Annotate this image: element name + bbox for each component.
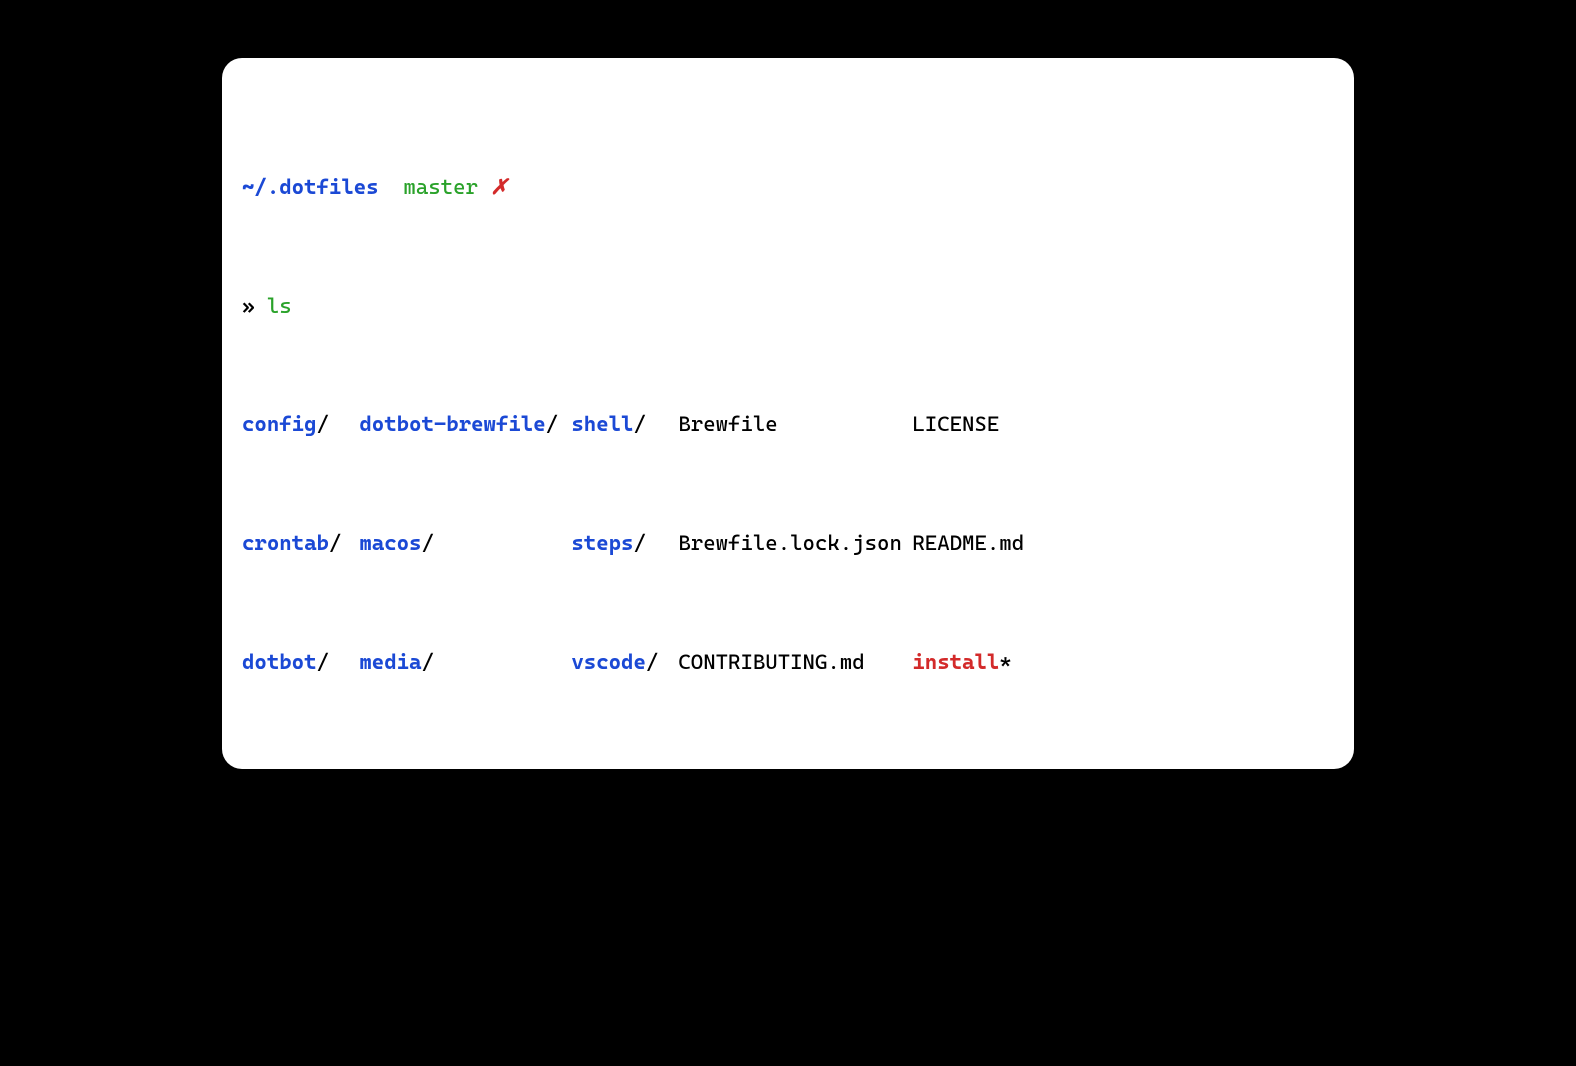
ls-suffix: /: [317, 649, 329, 674]
ls-row-1: crontab/macos/steps/Brewfile.lock.jsonRE…: [242, 531, 1334, 555]
path-tilde: ~: [242, 174, 254, 199]
ls-item: Brewfile: [678, 411, 777, 436]
path-separator: /: [254, 174, 266, 199]
ls-suffix: /: [421, 530, 433, 555]
ls-item: media: [359, 649, 421, 674]
ls-item: dotbot-brewfile: [359, 411, 545, 436]
path-directory: .dotfiles: [267, 174, 379, 199]
ls-row-2: dotbot/media/vscode/CONTRIBUTING.mdinsta…: [242, 650, 1334, 674]
git-dirty-mark: ✗: [490, 174, 508, 199]
ls-suffix: /: [646, 649, 658, 674]
ls-item: macos: [359, 530, 421, 555]
prompt-symbol: »: [242, 293, 254, 318]
ls-item: crontab: [242, 530, 329, 555]
ls-suffix: /: [421, 649, 433, 674]
ls-item: dotbot: [242, 649, 317, 674]
git-branch: master: [403, 174, 478, 199]
ls-item: CONTRIBUTING.md: [678, 649, 864, 674]
ls-item: LICENSE: [912, 411, 999, 436]
ls-item: vscode: [571, 649, 646, 674]
ls-item: README.md: [912, 530, 1024, 555]
ls-suffix: /: [317, 411, 329, 436]
terminal-content[interactable]: ~/.dotfiles master ✗ » ls config/dotbot-…: [242, 80, 1334, 769]
typed-command: ls: [267, 293, 292, 318]
ls-suffix: *: [999, 649, 1011, 674]
ls-suffix: /: [633, 530, 645, 555]
prompt-line-1-cmd: » ls: [242, 294, 1334, 318]
ls-item: shell: [571, 411, 633, 436]
ls-item: Brewfile.lock.json: [678, 530, 901, 555]
ls-suffix: /: [329, 530, 341, 555]
ls-item-executable: install: [912, 649, 999, 674]
ls-suffix: /: [546, 411, 558, 436]
blank-line: [242, 745, 1334, 769]
ls-item: config: [242, 411, 317, 436]
prompt-line-1-path: ~/.dotfiles master ✗: [242, 175, 1334, 199]
terminal-window: ~/.dotfiles master ✗ » ls config/dotbot-…: [222, 58, 1354, 769]
ls-suffix: /: [633, 411, 645, 436]
ls-row-0: config/dotbot-brewfile/shell/BrewfileLIC…: [242, 412, 1334, 436]
ls-item: steps: [571, 530, 633, 555]
